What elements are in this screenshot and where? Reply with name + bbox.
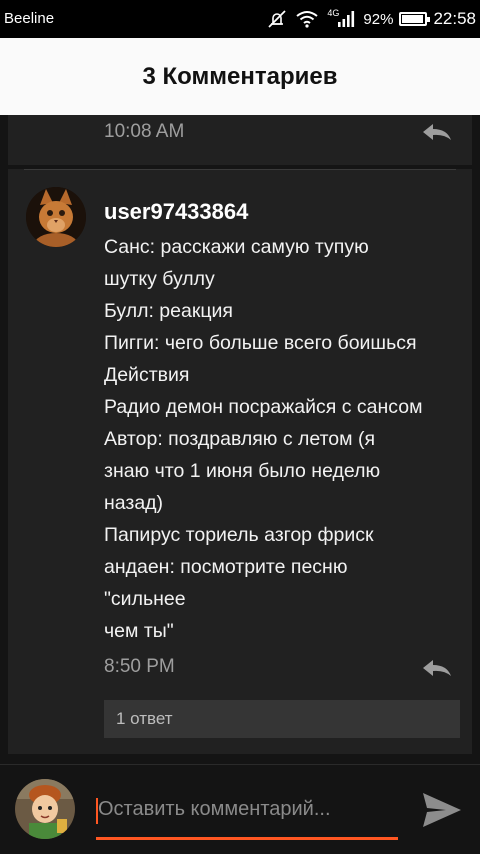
cellular-signal-icon: 4G	[327, 8, 355, 28]
silent-mode-icon	[267, 9, 287, 29]
header: 3 Комментариев	[0, 38, 480, 115]
comment-time: 8:50 PM	[104, 656, 175, 677]
comment-username[interactable]: user97433864	[104, 199, 248, 225]
carrier-name: Beeline	[4, 10, 55, 27]
battery-level	[402, 15, 423, 23]
comment-body: Санс: расскажи самую тупую шутку буллу Б…	[104, 231, 464, 647]
comment-line: Папирус ториель азгор фриск	[104, 524, 374, 546]
reply-icon	[423, 124, 451, 140]
battery-percent: 92%	[363, 10, 394, 28]
cartoon-avatar-icon	[15, 779, 75, 839]
comment-line: "сильнее	[104, 588, 186, 610]
send-button[interactable]	[420, 788, 464, 832]
comment-line: чем ты"	[104, 620, 174, 642]
current-user-avatar	[15, 779, 75, 839]
comment-line: Санс: расскажи самую тупую	[104, 236, 369, 258]
divider	[24, 169, 456, 170]
status-bar: Beeline 4G 92% 22:58	[0, 0, 480, 38]
battery-icon	[399, 12, 431, 26]
divider	[0, 764, 480, 765]
comment-line: Пигги: чего больше всего боишься	[104, 332, 417, 354]
comment-line: назад)	[104, 492, 164, 514]
wifi-icon	[295, 10, 319, 28]
status-time: 22:58	[433, 9, 476, 28]
comment-line: шутку буллу	[104, 268, 215, 290]
status-icons: 4G 92% 22:58	[259, 0, 476, 38]
cat-avatar-icon	[26, 187, 86, 247]
text-cursor	[96, 798, 98, 824]
reply-button[interactable]	[420, 657, 454, 679]
comment-time: 10:08 AM	[104, 121, 185, 142]
comment-line: Радио демон посражайся с сансом	[104, 396, 423, 418]
comment-input-bar: Оставить комментарий...	[0, 764, 480, 854]
page-title: 3 Комментариев	[142, 62, 338, 90]
comment-line: Автор: поздравляю с летом (я	[104, 428, 376, 450]
comment-line: знаю что 1 июня было неделю	[104, 460, 381, 482]
comments-list[interactable]: 10:08 AM user97433864 Санс: расскажи сам…	[0, 115, 480, 764]
comment-input[interactable]: Оставить комментарий...	[96, 792, 398, 840]
reply-icon	[423, 660, 451, 676]
comment-line: Булл: реакция	[104, 300, 233, 322]
send-icon	[423, 793, 461, 827]
comment-input-placeholder: Оставить комментарий...	[98, 798, 331, 820]
comment-line: Действия	[104, 364, 190, 386]
avatar[interactable]	[26, 187, 86, 247]
previous-comment-card: 10:08 AM	[8, 115, 472, 165]
comment-card: user97433864 Санс: расскажи самую тупую …	[8, 169, 472, 754]
show-replies-button[interactable]: 1 ответ	[104, 700, 460, 738]
network-type: 4G	[327, 8, 340, 18]
reply-button[interactable]	[420, 121, 454, 143]
comment-line: андаен: посмотрите песню	[104, 556, 348, 578]
